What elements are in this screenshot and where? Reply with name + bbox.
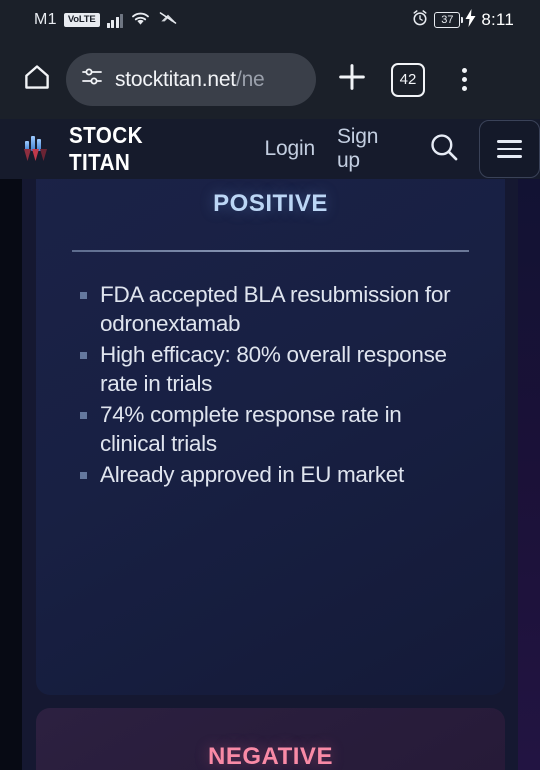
browser-menu-button[interactable]	[436, 52, 492, 108]
hamburger-menu-icon	[497, 140, 523, 143]
battery-indicator: 37	[434, 12, 464, 28]
data-saver-off-icon	[158, 10, 178, 31]
negative-card: Negative High rate (67%) of serious adve…	[36, 708, 505, 770]
clock-label: 8:11	[481, 10, 514, 29]
wifi-icon	[130, 10, 151, 31]
url-text: stocktitan.net/ne	[115, 68, 265, 92]
negative-title: Negative	[208, 734, 333, 770]
positive-list: FDA accepted BLA resubmission for odrone…	[78, 280, 469, 489]
brand-name[interactable]: STOCK TITAN	[69, 122, 207, 176]
status-bar-left: M1 VoLTE	[34, 10, 178, 31]
signup-link[interactable]: Sign up	[337, 125, 405, 173]
login-link[interactable]: Login	[265, 137, 316, 161]
search-button[interactable]	[427, 130, 461, 169]
tab-switcher-button[interactable]: 42	[380, 52, 436, 108]
url-bar[interactable]: stocktitan.net/ne	[66, 53, 316, 106]
url-path: /ne	[235, 67, 265, 91]
charging-bolt-icon	[465, 8, 476, 32]
list-item: FDA accepted BLA resubmission for odrone…	[78, 280, 469, 338]
battery-percent: 37	[441, 14, 454, 26]
positive-divider	[72, 250, 469, 252]
new-tab-button[interactable]	[324, 52, 380, 108]
browser-toolbar: stocktitan.net/ne 42	[0, 40, 540, 119]
status-bar-right: 37 8:11	[411, 8, 514, 32]
search-icon	[427, 130, 461, 169]
list-item: High efficacy: 80% overall response rate…	[78, 340, 469, 398]
tab-count-badge: 42	[391, 62, 425, 97]
alarm-clock-icon	[411, 9, 429, 32]
page-content: Positive FDA accepted BLA resubmission f…	[0, 179, 540, 770]
status-bar: M1 VoLTE 37 8:11	[0, 0, 540, 40]
positive-card: Positive FDA accepted BLA resubmission f…	[36, 179, 505, 695]
phone-screen: M1 VoLTE 37 8:11 stocktitan.net/ne 42 ST…	[0, 0, 540, 770]
hamburger-menu-button[interactable]	[479, 120, 540, 178]
volte-badge: VoLTE	[63, 13, 100, 27]
signal-bars-icon	[106, 13, 123, 28]
site-header: STOCK TITAN Login Sign up	[0, 119, 540, 179]
list-item: 74% complete response rate in clinical t…	[78, 400, 469, 458]
stock-titan-logo-icon[interactable]	[14, 127, 58, 171]
carrier-label: M1	[34, 11, 57, 28]
kebab-menu-icon	[461, 68, 467, 91]
home-icon	[22, 62, 52, 97]
list-item: Already approved in EU market	[78, 460, 469, 489]
positive-title: Positive	[213, 181, 328, 219]
url-domain: stocktitan.net	[115, 67, 236, 91]
home-button[interactable]	[14, 57, 60, 103]
tune-sliders-icon[interactable]	[80, 65, 104, 94]
plus-icon	[335, 60, 369, 99]
